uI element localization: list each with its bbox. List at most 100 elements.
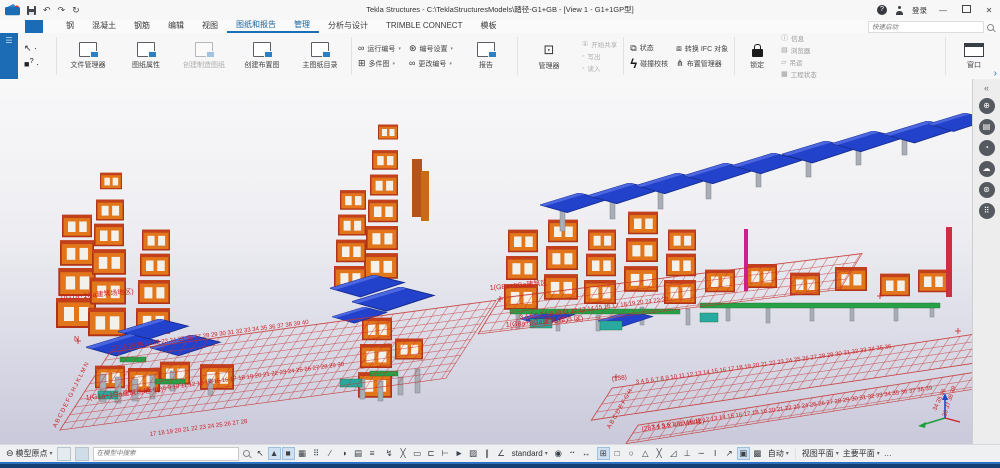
tool-switch-icon[interactable]: ▨ [467,447,480,460]
selection-switch-icon[interactable]: ⠿ [310,447,323,460]
help-icon[interactable]: ? [877,5,887,15]
maximize-button[interactable] [959,5,973,15]
ribbon-expand-icon[interactable]: › [994,68,997,79]
area-select-tool-icon[interactable]: ■? · [24,57,54,68]
ribbon-tab[interactable]: 编辑 [159,20,193,33]
ribbon-tab[interactable]: 混凝土 [83,20,125,33]
snap-switch-icon[interactable]: ∼ [695,447,708,460]
point-switch-icon[interactable]: ◉ [552,447,565,460]
view-plane-dropdown[interactable]: 视图平面 [802,448,839,459]
ribbon-small-item[interactable]: ∞ 运行编号 ▾ [358,44,401,54]
close-button[interactable]: ✕ [982,6,996,15]
layout-manager-button[interactable]: ⋔ 布置管理器 [676,59,728,69]
save-icon[interactable] [27,6,36,15]
side-pane-icon[interactable]: ⊕ [979,98,995,114]
login-button[interactable]: 登录 [912,5,927,16]
ribbon-tab[interactable]: 视图 [193,20,227,33]
auto-dropdown[interactable]: 自动 [768,448,789,459]
tool-switch-icon[interactable]: ∠ [495,447,508,460]
selection-switch-icon[interactable]: ≡ [366,447,379,460]
window-button[interactable]: 窗口 [948,33,1000,79]
side-pane-icon[interactable]: ▤ [979,119,995,135]
ribbon-tab[interactable]: 图纸和报告 [227,20,285,33]
cursor-tool-icon[interactable]: ↖ · [24,44,54,52]
more-button[interactable]: … [884,449,892,458]
info-item[interactable]: ⓘ 信息 [781,33,817,43]
point-switch-icon[interactable]: ⠒ [566,447,579,460]
selection-switch-icon[interactable]: ▲ [268,447,281,460]
side-pane-icon[interactable]: ⠿ [979,203,995,219]
snap-switch-icon[interactable]: ╳ [653,447,666,460]
selection-switch-icon[interactable]: ↖ [254,447,267,460]
main-plane-dropdown[interactable]: 主要平面 [843,448,880,459]
ribbon-big-item[interactable]: 文件管理器 [59,33,117,79]
lock-button[interactable]: 锁定 [737,33,777,79]
report-button[interactable]: 报告 [457,33,515,79]
ribbon-tab[interactable]: 钢筋 [125,20,159,33]
snap-switch-icon[interactable]: ○ [625,447,638,460]
tool-switch-icon[interactable]: ▭ [411,447,424,460]
model-origin-dropdown[interactable]: ⊖ 模型原点 [6,448,53,459]
manager-button[interactable]: ⊡ 管理器 [520,33,578,79]
ribbon-tab[interactable]: 分析与设计 [319,20,377,33]
model-search-input[interactable] [93,447,239,461]
snap-switch-icon[interactable]: ⊞ [597,447,610,460]
model-view[interactable]: 1(G1a+1Ga建筑场地区)1(G1a+1Ga建筑场地- (5)1(G8a+8… [0,79,972,444]
tool-switch-icon[interactable]: ↯ [383,447,396,460]
ribbon-tab[interactable]: TRIMBLE CONNECT [377,20,471,33]
repeat-icon[interactable]: ↻ [72,5,80,15]
snap-switch-icon[interactable]: □ [611,447,624,460]
side-pane-icon[interactable]: ⊛ [979,182,995,198]
snap-switch-icon[interactable]: ⊥ [681,447,694,460]
convert-ifc-button[interactable]: ⧈ 转换 IFC 对象 [676,44,728,54]
snap-switch-icon[interactable]: I [709,447,722,460]
model-search-icon[interactable] [243,450,250,457]
phases-button[interactable]: ⧉ 状态 [630,43,668,53]
ribbon-big-item[interactable]: 创建制造图纸 [175,33,233,79]
snap-switch-icon[interactable]: ◿ [667,447,680,460]
ribbon-small-item[interactable]: ∞ 更改编号 ▾ [409,59,453,69]
side-pane-icon[interactable]: ☁ [979,161,995,177]
ribbon-big-item[interactable]: 创建布置图 [233,33,291,79]
ribbon-big-item[interactable]: 主图纸目录 [291,33,349,79]
info-item[interactable]: ▦ 工程状态 [781,69,817,79]
quick-launch-input[interactable] [868,21,984,33]
side-pane-icon[interactable]: « [979,83,995,93]
file-menu-button[interactable] [25,20,43,33]
info-item[interactable]: ▱ 吊运 [781,57,817,67]
point-switch-icon[interactable]: ↔ [580,447,593,460]
snap-switch-icon[interactable]: ▣ [737,447,750,460]
tool-switch-icon[interactable]: ∥ [481,447,494,460]
standard-dropdown[interactable]: standard [512,449,548,458]
ribbon-small-item[interactable]: ⊞ 多件图 ▾ [358,59,401,69]
ribbon-small-item[interactable]: ⊛ 编号设置 ▾ [409,44,453,54]
info-item[interactable]: ▤ 浏览器 [781,45,817,55]
snap-switch-icon[interactable]: △ [639,447,652,460]
ribbon-tab[interactable]: 模板 [471,20,505,33]
tool-switch-icon[interactable]: ╳ [397,447,410,460]
toggle-button-2[interactable] [75,447,89,461]
tool-switch-icon[interactable]: ⊢ [439,447,452,460]
grid-number-label: N [74,336,79,343]
tool-switch-icon[interactable]: ⊏ [425,447,438,460]
clash-check-button[interactable]: ϟ 碰撞校核 [630,58,668,69]
numbering-col-1: ∞ 运行编号 ▾ ⊞ 多件图 ▾ [354,33,405,79]
side-menu-strip[interactable]: ☰ [0,33,18,79]
snap-switch-icon[interactable]: ↗ [723,447,736,460]
selection-switch-icon[interactable]: ■ [282,447,295,460]
viewport-svg[interactable]: 1(G1a+1Ga建筑场地区)1(G1a+1Ga建筑场地- (5)1(G8a+8… [0,79,972,444]
minimize-button[interactable]: — [936,6,950,15]
tool-switch-icon[interactable]: ► [453,447,466,460]
ribbon-tab[interactable]: 管理 [285,20,319,33]
ribbon-big-item[interactable]: 图纸属性 [117,33,175,79]
undo-icon[interactable]: ↶ [43,5,51,15]
snap-switch-icon[interactable]: ▩ [751,447,764,460]
ribbon-tab[interactable]: 钢 [57,20,83,33]
selection-switch-icon[interactable]: ◑ [338,447,351,460]
selection-switch-icon[interactable]: ∕ [324,447,337,460]
toggle-button-1[interactable] [57,447,71,461]
redo-icon[interactable]: ↷ [58,5,66,15]
selection-switch-icon[interactable]: ▤ [352,447,365,460]
selection-switch-icon[interactable]: ▦ [296,447,309,460]
side-pane-icon[interactable]: ◔ [979,140,995,156]
